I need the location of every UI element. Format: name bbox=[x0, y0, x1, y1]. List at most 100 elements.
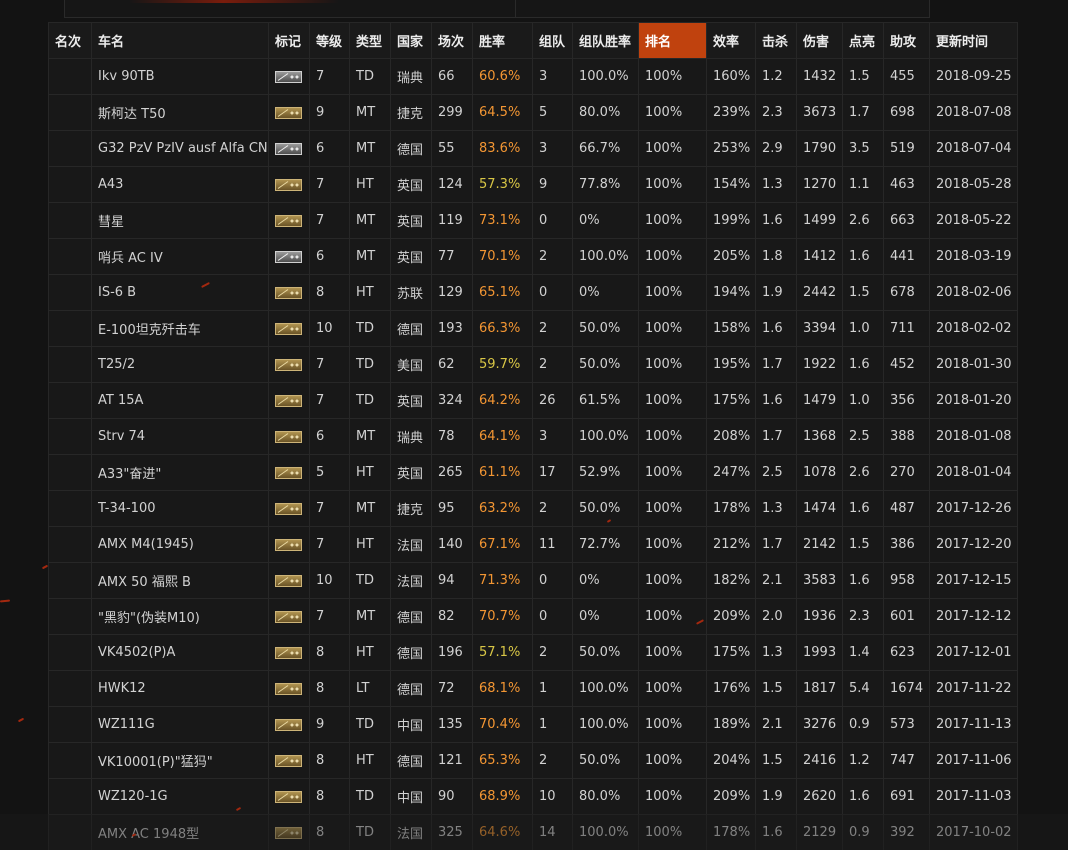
updated-cell: 2017-11-06 bbox=[929, 742, 1018, 779]
updated-cell: 2018-07-04 bbox=[929, 130, 1018, 167]
kills-cell: 2.5 bbox=[755, 454, 797, 491]
mark-badge-silver-icon bbox=[275, 70, 302, 83]
col-header-updated[interactable]: 更新时间 bbox=[929, 22, 1018, 59]
updated-cell: 2018-01-20 bbox=[929, 382, 1018, 419]
tier-cell: 6 bbox=[309, 418, 350, 455]
kills-cell: 1.2 bbox=[755, 58, 797, 95]
mark-badge-gold-icon bbox=[275, 466, 302, 479]
position-cell bbox=[48, 130, 92, 167]
damage-cell: 1270 bbox=[796, 166, 843, 203]
updated-cell: 2018-02-06 bbox=[929, 274, 1018, 311]
damage-cell: 1078 bbox=[796, 454, 843, 491]
nation-cell: 中国 bbox=[390, 706, 432, 743]
mark-cell bbox=[268, 202, 310, 239]
col-header-winrate[interactable]: 胜率 bbox=[472, 22, 533, 59]
table-row: E-100坦克歼击车 10 TD 德国 193 66.3% 2 50.0% 10… bbox=[48, 310, 1018, 347]
mark-cell bbox=[268, 490, 310, 527]
efficiency-cell: 175% bbox=[706, 382, 756, 419]
assist-cell: 356 bbox=[883, 382, 930, 419]
tank-name-cell: A43 bbox=[91, 166, 269, 203]
platoon-cell: 10 bbox=[532, 778, 573, 815]
position-cell bbox=[48, 454, 92, 491]
winrate-cell: 63.2% bbox=[472, 490, 533, 527]
nation-cell: 瑞典 bbox=[390, 418, 432, 455]
kills-cell: 2.1 bbox=[755, 706, 797, 743]
mark-badge-gold-icon bbox=[275, 106, 302, 119]
mark-badge-gold-icon bbox=[275, 502, 302, 515]
col-header-tank-name[interactable]: 车名 bbox=[91, 22, 269, 59]
position-cell bbox=[48, 382, 92, 419]
kills-cell: 2.0 bbox=[755, 598, 797, 635]
position-cell bbox=[48, 166, 92, 203]
col-header-platoon[interactable]: 组队 bbox=[532, 22, 573, 59]
col-header-spotted[interactable]: 点亮 bbox=[842, 22, 884, 59]
col-header-damage[interactable]: 伤害 bbox=[796, 22, 843, 59]
efficiency-cell: 154% bbox=[706, 166, 756, 203]
nation-cell: 苏联 bbox=[390, 274, 432, 311]
spotted-cell: 1.4 bbox=[842, 634, 884, 671]
position-cell bbox=[48, 778, 92, 815]
position-cell bbox=[48, 274, 92, 311]
tank-name-cell: AMX AC 1948型 bbox=[91, 814, 269, 850]
damage-cell: 1499 bbox=[796, 202, 843, 239]
col-header-platoon-winrate[interactable]: 组队胜率 bbox=[572, 22, 639, 59]
ranking-cell: 100% bbox=[638, 670, 707, 707]
mark-cell bbox=[268, 562, 310, 599]
tier-cell: 9 bbox=[309, 706, 350, 743]
damage-cell: 3394 bbox=[796, 310, 843, 347]
mark-badge-gold-icon bbox=[275, 538, 302, 551]
mark-cell bbox=[268, 598, 310, 635]
tier-cell: 8 bbox=[309, 742, 350, 779]
mark-cell bbox=[268, 454, 310, 491]
battles-cell: 193 bbox=[431, 310, 473, 347]
mark-badge-gold-icon bbox=[275, 646, 302, 659]
platoon-winrate-cell: 100.0% bbox=[572, 58, 639, 95]
nation-cell: 德国 bbox=[390, 130, 432, 167]
tier-cell: 7 bbox=[309, 526, 350, 563]
col-header-kills[interactable]: 击杀 bbox=[755, 22, 797, 59]
table-row: 哨兵 AC IV 6 MT 英国 77 70.1% 2 100.0% 100% … bbox=[48, 238, 1018, 275]
platoon-cell: 26 bbox=[532, 382, 573, 419]
nation-cell: 英国 bbox=[390, 238, 432, 275]
platoon-winrate-cell: 0% bbox=[572, 598, 639, 635]
nation-cell: 英国 bbox=[390, 202, 432, 239]
col-header-position[interactable]: 名次 bbox=[48, 22, 92, 59]
tank-name-cell: Ikv 90TB bbox=[91, 58, 269, 95]
battles-cell: 82 bbox=[431, 598, 473, 635]
nation-cell: 英国 bbox=[390, 382, 432, 419]
battles-cell: 90 bbox=[431, 778, 473, 815]
table-body: Ikv 90TB 7 TD 瑞典 66 60.6% 3 100.0% 100% … bbox=[48, 58, 1018, 850]
col-header-nation[interactable]: 国家 bbox=[390, 22, 432, 59]
col-header-type[interactable]: 类型 bbox=[349, 22, 391, 59]
ranking-cell: 100% bbox=[638, 274, 707, 311]
col-header-efficiency[interactable]: 效率 bbox=[706, 22, 756, 59]
assist-cell: 678 bbox=[883, 274, 930, 311]
winrate-cell: 57.1% bbox=[472, 634, 533, 671]
mark-cell bbox=[268, 346, 310, 383]
table-row: VK4502(P)A 8 HT 德国 196 57.1% 2 50.0% 100… bbox=[48, 634, 1018, 671]
spotted-cell: 3.5 bbox=[842, 130, 884, 167]
table-row: AMX 50 福熙 B 10 TD 法国 94 71.3% 0 0% 100% … bbox=[48, 562, 1018, 599]
col-header-battles[interactable]: 场次 bbox=[431, 22, 473, 59]
assist-cell: 487 bbox=[883, 490, 930, 527]
assist-cell: 573 bbox=[883, 706, 930, 743]
updated-cell: 2017-11-22 bbox=[929, 670, 1018, 707]
table-row: G32 PzV PzIV ausf Alfa CN 6 MT 德国 55 83.… bbox=[48, 130, 1018, 167]
ember-particle bbox=[17, 717, 25, 723]
col-header-ranking[interactable]: 排名 bbox=[638, 22, 707, 59]
assist-cell: 270 bbox=[883, 454, 930, 491]
assist-cell: 623 bbox=[883, 634, 930, 671]
platoon-cell: 5 bbox=[532, 94, 573, 131]
tank-name-cell: AMX M4(1945) bbox=[91, 526, 269, 563]
platoon-winrate-cell: 66.7% bbox=[572, 130, 639, 167]
tank-stats-table: 名次 车名 标记 等级 类型 国家 场次 胜率 组队 组队胜率 排名 效率 击杀… bbox=[48, 22, 1018, 850]
mark-cell bbox=[268, 274, 310, 311]
col-header-tier[interactable]: 等级 bbox=[309, 22, 350, 59]
platoon-cell: 2 bbox=[532, 634, 573, 671]
table-row: VK10001(P)"猛犸" 8 HT 德国 121 65.3% 2 50.0%… bbox=[48, 742, 1018, 779]
tank-name-cell: IS-6 B bbox=[91, 274, 269, 311]
mark-badge-gold-icon bbox=[275, 682, 302, 695]
col-header-mark[interactable]: 标记 bbox=[268, 22, 310, 59]
battles-cell: 129 bbox=[431, 274, 473, 311]
col-header-assist[interactable]: 助攻 bbox=[883, 22, 930, 59]
